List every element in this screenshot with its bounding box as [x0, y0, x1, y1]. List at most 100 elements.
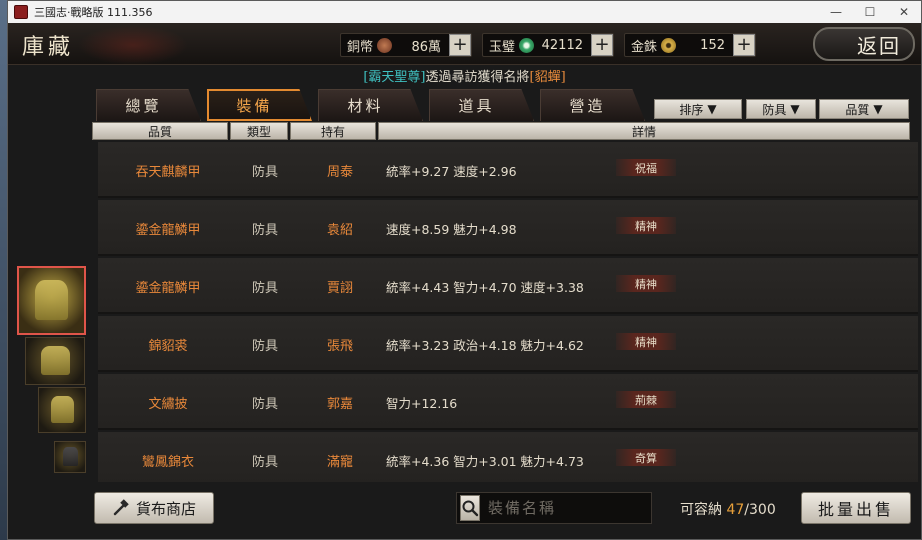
equipment-type: 防具 [251, 222, 278, 238]
announcement: [霸天聖尊]透過尋訪獲得名將[貂蟬] [8, 66, 921, 86]
shop-label: 貨布商店 [135, 499, 196, 518]
column-header-type[interactable]: 類型 [230, 122, 288, 140]
equipment-stats: 統率+4.36 智力+3.01 魅力+4.73 [386, 453, 584, 469]
tab-items[interactable]: 道具 [429, 89, 534, 121]
equipment-thumbnail[interactable] [38, 387, 86, 433]
armor-icon [35, 279, 68, 320]
currency-label: 金銖 [631, 39, 658, 55]
close-button[interactable]: ✕ [887, 1, 921, 23]
equipment-type: 防具 [251, 280, 278, 296]
type-filter-dropdown[interactable]: 防具 ▼ [746, 99, 816, 119]
add-jade-button[interactable]: + [591, 34, 613, 56]
table-row[interactable]: 鎏金龍鱗甲 防具 賈詡 統率+4.43 智力+4.70 速度+3.38 精神 [98, 258, 918, 314]
table-row[interactable]: 鎏金龍鱗甲 防具 袁紹 速度+8.59 魅力+4.98 精神 [98, 200, 918, 256]
column-header-details: 詳情 [378, 122, 910, 140]
equipment-name: 錦貂裘 [148, 338, 188, 354]
currency-gold: 金銖 152 + [624, 33, 756, 57]
page-header: 庫藏 銅幣 86萬 + 玉璧 42112 + 金銖 152 + 返回 [8, 23, 921, 65]
table-row[interactable]: 鸞鳳錦衣 防具 滿寵 統率+4.36 智力+3.01 魅力+4.73 奇算 [98, 432, 918, 482]
equipment-stats: 速度+8.59 魅力+4.98 [386, 221, 517, 237]
tab-construction[interactable]: 營造 [540, 89, 645, 121]
equipment-name: 吞天麒麟甲 [135, 164, 201, 180]
equipment-type: 防具 [251, 396, 278, 412]
notice-text: 透過尋訪獲得名將 [425, 70, 530, 85]
game-window: 三國志·戰略版 111.356 — ☐ ✕ 庫藏 銅幣 86萬 + 玉璧 421… [7, 0, 922, 540]
app-icon [14, 5, 28, 19]
cloud-ornament [78, 25, 188, 65]
equipment-thumbnail[interactable] [54, 441, 86, 473]
skill-badge: 精神 [616, 217, 676, 234]
armor-icon [40, 346, 70, 375]
currency-copper: 銅幣 86萬 + [340, 33, 472, 57]
quality-filter-dropdown[interactable]: 品質 ▼ [819, 99, 909, 119]
equipment-thumbnail-selected[interactable] [17, 266, 86, 335]
window-title: 三國志·戰略版 111.356 [34, 6, 153, 19]
table-row[interactable]: 錦貂裘 防具 張飛 統率+3.23 政治+4.18 魅力+4.62 精神 [98, 316, 918, 372]
add-copper-button[interactable]: + [449, 34, 471, 56]
equipment-owner: 周泰 [326, 164, 353, 180]
tab-overview[interactable]: 總覽 [96, 89, 201, 121]
capacity-readout: 可容納 47/300 [680, 499, 776, 519]
hammer-icon [113, 499, 129, 516]
gold-coin-icon [661, 37, 677, 53]
sort-label: 排序 [679, 102, 704, 117]
search-input[interactable] [480, 495, 683, 521]
capacity-total: /300 [744, 502, 776, 518]
window-controls: — ☐ ✕ [819, 1, 921, 23]
capacity-used: 47 [726, 502, 745, 518]
add-gold-button[interactable]: + [733, 34, 755, 56]
type-filter-label: 防具 [762, 102, 787, 117]
quality-filter-label: 品質 [845, 102, 870, 117]
bulk-sell-button[interactable]: 批量出售 [801, 492, 911, 524]
skill-badge: 精神 [616, 275, 676, 292]
shop-button[interactable]: 貨布商店 [94, 492, 214, 524]
skill-badge: 荊棘 [616, 391, 676, 408]
title-bar: 三國志·戰略版 111.356 — ☐ ✕ [8, 1, 921, 23]
capacity-label: 可容納 [680, 502, 722, 518]
back-button[interactable]: 返回 [813, 27, 915, 61]
armor-icon [62, 447, 78, 466]
search-box [456, 492, 683, 524]
currency-label: 玉璧 [489, 39, 516, 55]
sort-dropdown[interactable]: 排序 ▼ [654, 99, 742, 119]
equipment-owner: 滿寵 [326, 454, 353, 470]
equipment-type: 防具 [251, 164, 278, 180]
caret-down-icon: ▼ [873, 102, 883, 116]
copper-coin-icon [377, 37, 393, 53]
equipment-name: 鎏金龍鱗甲 [135, 280, 201, 296]
table-row[interactable]: 文繡披 防具 郭嘉 智力+12.16 荊棘 [98, 374, 918, 430]
column-header-quality[interactable]: 品質 [92, 122, 228, 140]
equipment-name: 鸞鳳錦衣 [141, 454, 194, 470]
tab-materials[interactable]: 材料 [318, 89, 423, 121]
equipment-list: 吞天麒麟甲 防具 周泰 統率+9.27 速度+2.96 祝福 鎏金龍鱗甲 防具 … [98, 142, 918, 482]
search-button[interactable] [460, 495, 480, 521]
notice-general: [貂蟬] [529, 70, 566, 85]
notice-player: [霸天聖尊] [363, 70, 426, 85]
equipment-name: 文繡披 [148, 396, 188, 412]
currency-value: 152 [700, 37, 725, 53]
skill-badge: 祝福 [616, 159, 676, 176]
equipment-owner: 張飛 [326, 338, 353, 354]
maximize-button[interactable]: ☐ [853, 1, 887, 23]
category-tabs: 總覽 裝備 材料 道具 營造 [96, 89, 651, 121]
equipment-thumbnail[interactable] [25, 337, 85, 385]
equipment-stats: 統率+3.23 政治+4.18 魅力+4.62 [386, 337, 584, 353]
caret-down-icon: ▼ [707, 102, 717, 116]
equipment-stats: 統率+4.43 智力+4.70 速度+3.38 [386, 279, 584, 295]
search-icon [462, 500, 479, 517]
minimize-button[interactable]: — [819, 1, 853, 23]
equipment-owner: 賈詡 [326, 280, 353, 296]
skill-badge: 奇算 [616, 449, 676, 466]
tab-equipment[interactable]: 裝備 [207, 89, 312, 121]
equipment-stats: 智力+12.16 [386, 395, 458, 411]
jade-coin-icon [519, 37, 535, 53]
currency-value: 86萬 [411, 39, 441, 55]
equipment-owner: 袁紹 [326, 222, 353, 238]
skill-badge: 精神 [616, 333, 676, 350]
table-row[interactable]: 吞天麒麟甲 防具 周泰 統率+9.27 速度+2.96 祝福 [98, 142, 918, 198]
column-header-owner[interactable]: 持有 [290, 122, 376, 140]
armor-icon [50, 395, 74, 424]
caret-down-icon: ▼ [790, 102, 800, 116]
page-title: 庫藏 [22, 35, 75, 60]
equipment-name: 鎏金龍鱗甲 [135, 222, 201, 238]
